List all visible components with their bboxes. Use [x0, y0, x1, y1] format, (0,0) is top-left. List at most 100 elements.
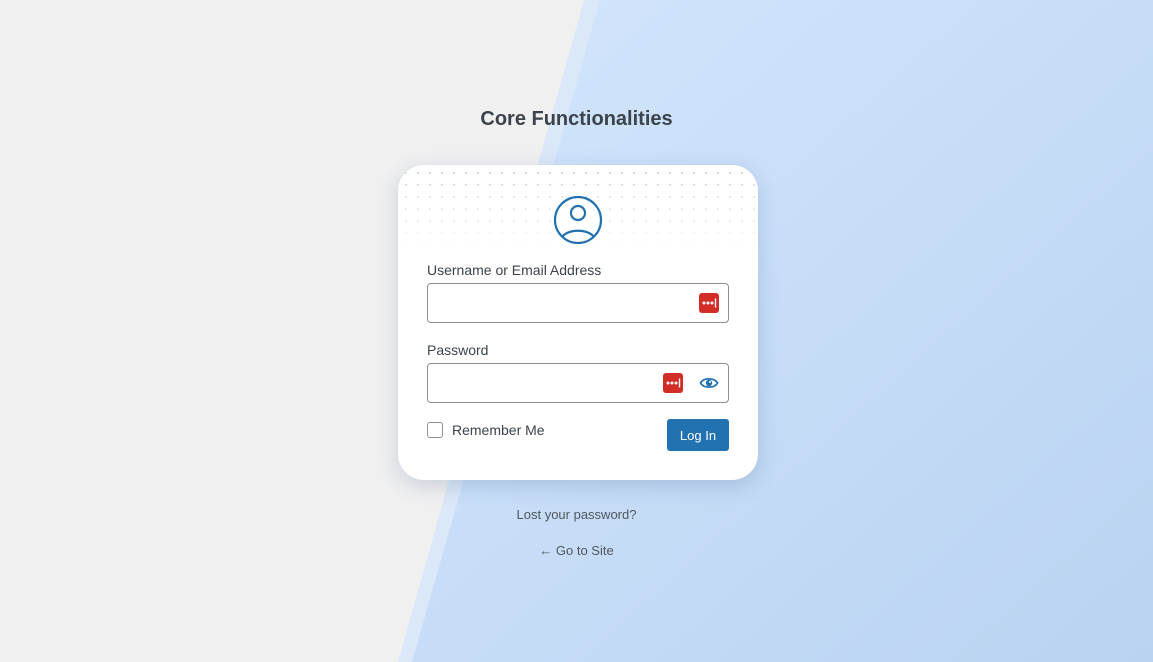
pattern-dot: [500, 219, 504, 223]
pattern-dot: [668, 207, 672, 211]
pattern-dot: [500, 183, 504, 187]
log-in-button[interactable]: Log In: [667, 419, 729, 451]
pattern-dot: [656, 219, 660, 223]
pattern-dot: [608, 243, 612, 247]
pattern-dot: [524, 219, 528, 223]
show-password-eye-icon[interactable]: [699, 374, 719, 392]
pattern-dot: [476, 219, 480, 223]
pattern-dot: [656, 183, 660, 187]
username-field-wrapper: [427, 283, 729, 323]
pattern-dot: [428, 243, 432, 247]
pattern-dot: [596, 183, 600, 187]
lost-password-link[interactable]: Lost your password?: [0, 507, 1153, 522]
pattern-dot: [716, 243, 720, 247]
pattern-dot: [416, 231, 420, 235]
pattern-dot: [740, 171, 744, 175]
pattern-dot: [692, 219, 696, 223]
pattern-dot: [728, 219, 732, 223]
pattern-dot: [428, 195, 432, 199]
pattern-dot: [752, 219, 756, 223]
pattern-dot: [404, 195, 408, 199]
pattern-dot: [620, 219, 624, 223]
pattern-dot: [548, 231, 552, 235]
pattern-dot: [728, 207, 732, 211]
pattern-dot: [404, 243, 408, 247]
pattern-dot: [404, 219, 408, 223]
pattern-dot: [428, 231, 432, 235]
pattern-dot: [752, 171, 756, 175]
pattern-dot: [656, 243, 660, 247]
pattern-dot: [632, 219, 636, 223]
pattern-dot: [452, 207, 456, 211]
pattern-dot: [476, 231, 480, 235]
pattern-dot: [500, 231, 504, 235]
pattern-dot: [560, 183, 564, 187]
pattern-dot: [752, 207, 756, 211]
lastpass-icon[interactable]: [663, 373, 683, 393]
pattern-dot: [620, 243, 624, 247]
pattern-dot: [644, 219, 648, 223]
pattern-dot: [488, 219, 492, 223]
remember-me-option[interactable]: Remember Me: [427, 422, 545, 438]
pattern-dot: [680, 195, 684, 199]
pattern-dot: [692, 183, 696, 187]
pattern-dot: [716, 219, 720, 223]
pattern-dot: [440, 231, 444, 235]
password-input[interactable]: [428, 364, 648, 400]
pattern-dot: [656, 171, 660, 175]
pattern-dot: [680, 183, 684, 187]
pattern-dot: [752, 243, 756, 247]
pattern-dot: [536, 183, 540, 187]
lastpass-icon[interactable]: [699, 293, 719, 313]
pattern-dot: [476, 243, 480, 247]
pattern-dot: [536, 195, 540, 199]
pattern-dot: [668, 195, 672, 199]
pattern-dot: [668, 183, 672, 187]
pattern-dot: [416, 243, 420, 247]
pattern-dot: [548, 171, 552, 175]
pattern-dot: [728, 231, 732, 235]
pattern-dot: [428, 183, 432, 187]
pattern-dot: [440, 207, 444, 211]
pattern-dot: [464, 195, 468, 199]
pattern-dot: [548, 183, 552, 187]
pattern-dot: [620, 183, 624, 187]
pattern-dot: [608, 195, 612, 199]
pattern-dot: [656, 195, 660, 199]
pattern-dot: [752, 195, 756, 199]
pattern-dot: [704, 231, 708, 235]
pattern-dot: [620, 171, 624, 175]
pattern-dot: [716, 207, 720, 211]
pattern-dot: [440, 195, 444, 199]
remember-me-checkbox[interactable]: [427, 422, 443, 438]
pattern-dot: [488, 195, 492, 199]
password-label: Password: [427, 342, 489, 358]
site-title: Core Functionalities: [480, 108, 673, 130]
pattern-dot: [416, 219, 420, 223]
pattern-dot: [692, 207, 696, 211]
pattern-dot: [536, 243, 540, 247]
pattern-dot: [716, 195, 720, 199]
pattern-dot: [476, 207, 480, 211]
pattern-dot: [452, 243, 456, 247]
pattern-dot: [404, 183, 408, 187]
go-to-site-link[interactable]: ← Go to Site: [0, 543, 1153, 558]
pattern-dot: [548, 219, 552, 223]
pattern-dot: [500, 171, 504, 175]
pattern-dot: [644, 183, 648, 187]
pattern-dot: [524, 243, 528, 247]
pattern-dot: [524, 231, 528, 235]
pattern-dot: [404, 207, 408, 211]
username-input[interactable]: [428, 284, 688, 320]
pattern-dot: [464, 243, 468, 247]
pattern-dot: [668, 171, 672, 175]
pattern-dot: [452, 183, 456, 187]
pattern-dot: [584, 171, 588, 175]
pattern-dot: [716, 171, 720, 175]
pattern-dot: [668, 219, 672, 223]
pattern-dot: [680, 171, 684, 175]
pattern-dot: [728, 183, 732, 187]
username-label: Username or Email Address: [427, 262, 602, 278]
pattern-dot: [500, 195, 504, 199]
user-circle-icon: [553, 195, 603, 245]
